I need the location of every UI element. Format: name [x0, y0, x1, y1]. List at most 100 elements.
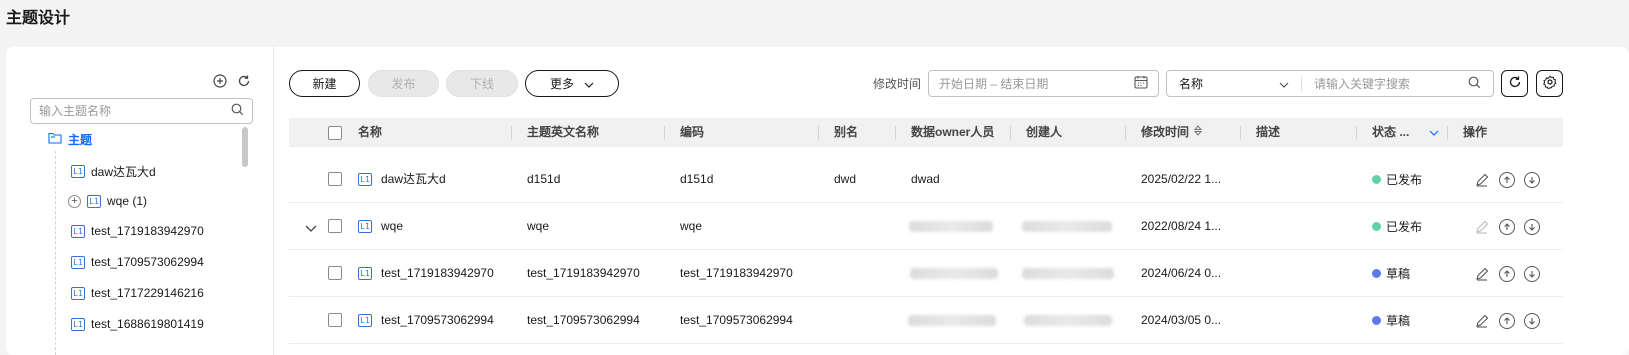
header-name: 名称	[358, 125, 383, 139]
header-modified: 修改时间	[1141, 125, 1190, 139]
header-status-filter[interactable]: 状态 ...	[1372, 118, 1439, 147]
select-all-checkbox[interactable]	[328, 126, 342, 140]
expand-plus-icon[interactable]: +	[68, 194, 81, 208]
offline-down-icon[interactable]	[1524, 171, 1540, 188]
date-range-picker[interactable]: 开始日期 – 结束日期	[928, 70, 1159, 97]
tree-scrollbar[interactable]	[242, 127, 248, 167]
status-text: 草稿	[1386, 267, 1411, 281]
edit-icon[interactable]	[1474, 313, 1490, 329]
cell-en-name: wqe	[527, 219, 550, 233]
search-icon[interactable]	[1468, 76, 1481, 92]
folder-icon	[48, 132, 62, 147]
tree-item[interactable]: L1 test_1719183942970	[71, 220, 204, 242]
status-text: 已发布	[1386, 220, 1423, 234]
row-checkbox[interactable]	[328, 172, 342, 186]
search-icon[interactable]	[231, 103, 244, 119]
header-divider	[664, 126, 665, 140]
publish-up-icon[interactable]	[1499, 265, 1515, 282]
header-alias: 别名	[834, 125, 859, 139]
tree-guide-line	[55, 151, 56, 355]
chevron-down-icon	[584, 77, 594, 91]
offline-down-icon[interactable]	[1524, 265, 1540, 282]
more-button[interactable]: 更多	[525, 70, 619, 97]
refresh-button[interactable]	[1501, 70, 1528, 97]
edit-icon[interactable]	[1474, 266, 1490, 282]
tree-search-box	[30, 98, 253, 124]
redacted-owner	[909, 221, 993, 232]
row-checkbox[interactable]	[328, 266, 342, 280]
cell-code: wqe	[680, 219, 703, 233]
edit-icon[interactable]	[1474, 219, 1490, 235]
sort-icon[interactable]	[1193, 118, 1203, 147]
tree-item-label: wqe (1)	[107, 194, 148, 208]
status-text: 已发布	[1386, 173, 1423, 187]
tree-search-input[interactable]	[39, 104, 231, 118]
table-row[interactable]: L1 daw达瓦大d d151d d151d dwd dwad 2025/02/…	[289, 156, 1563, 203]
cell-name-text: daw达瓦大d	[381, 172, 446, 186]
edit-icon[interactable]	[1474, 172, 1490, 188]
date-range-placeholder: 开始日期 – 结束日期	[939, 77, 1049, 91]
cell-name-text: test_1719183942970	[381, 266, 494, 280]
table-row[interactable]: L1 test_1719183942970 test_1719183942970…	[289, 250, 1563, 297]
table-row[interactable]: L1 wqe wqe wqe 2022/08/24 1... 已发布	[289, 203, 1563, 250]
redacted-creator	[1022, 221, 1112, 232]
cell-name[interactable]: L1 test_1709573062994	[358, 297, 494, 344]
offline-down-icon[interactable]	[1524, 312, 1540, 329]
level-badge-icon: L1	[358, 314, 372, 327]
search-filter: 名称 请输入关键字搜索	[1166, 70, 1494, 97]
filter-field-value: 名称	[1179, 77, 1204, 91]
header-desc: 描述	[1256, 125, 1281, 139]
publish-button[interactable]: 发布	[368, 70, 439, 97]
header-en-name: 主题英文名称	[527, 125, 600, 139]
new-button[interactable]: 新建	[289, 70, 360, 97]
row-actions	[1474, 156, 1540, 203]
tree-item-label: test_1717229146216	[91, 286, 204, 300]
tree-item[interactable]: L1 test_1709573062994	[71, 251, 204, 273]
settings-button[interactable]	[1536, 70, 1563, 97]
cell-name-text: wqe	[381, 219, 404, 233]
status-dot	[1372, 222, 1381, 231]
row-actions	[1474, 297, 1540, 344]
page-title: 主题设计	[6, 10, 71, 27]
status-dot	[1372, 175, 1381, 184]
publish-up-icon[interactable]	[1499, 171, 1515, 188]
offline-button[interactable]: 下线	[446, 70, 518, 97]
header-modified-sortable[interactable]: 修改时间	[1141, 118, 1203, 147]
header-divider	[511, 126, 512, 140]
table-row[interactable]: L1 test_1709573062994 test_1709573062994…	[289, 297, 1563, 344]
cell-name[interactable]: L1 test_1719183942970	[358, 250, 494, 297]
row-checkbox[interactable]	[328, 313, 342, 327]
header-creator: 创建人	[1026, 125, 1063, 139]
filter-field-select[interactable]: 名称	[1167, 76, 1302, 91]
keyword-search-input[interactable]: 请输入关键字搜索	[1302, 75, 1493, 92]
tree-actions	[212, 73, 252, 89]
add-circle-icon[interactable]	[212, 73, 228, 89]
tree-item[interactable]: L1 daw达瓦大d	[71, 160, 156, 182]
level-badge-icon: L1	[358, 220, 372, 233]
publish-up-icon[interactable]	[1499, 312, 1515, 329]
level-badge-icon: L1	[358, 267, 372, 280]
row-actions	[1474, 203, 1540, 250]
offline-down-icon[interactable]	[1524, 218, 1540, 235]
cell-alias: dwd	[834, 172, 857, 186]
cell-modified: 2022/08/24 1...	[1141, 219, 1222, 233]
expand-row-chevron-icon[interactable]	[305, 221, 317, 236]
cell-name[interactable]: L1 daw达瓦大d	[358, 156, 446, 203]
cell-name[interactable]: L1 wqe	[358, 203, 403, 250]
level-badge-icon: L1	[71, 255, 85, 269]
row-checkbox[interactable]	[328, 219, 342, 233]
tree-root-node[interactable]: 主题	[48, 128, 92, 150]
cell-code: test_1719183942970	[680, 266, 793, 280]
level-badge-icon: L1	[87, 194, 101, 208]
tree-item[interactable]: L1 test_1717229146216	[71, 282, 204, 304]
refresh-icon[interactable]	[236, 73, 252, 89]
tree-item-label: daw达瓦大d	[91, 164, 156, 179]
tree-item[interactable]: L1 test_1688619801419	[71, 313, 204, 335]
header-divider	[1010, 126, 1011, 140]
cell-owner: dwad	[911, 172, 940, 186]
header-divider	[1356, 126, 1357, 140]
tree-item[interactable]: + L1 wqe (1)	[68, 190, 147, 212]
publish-up-icon[interactable]	[1499, 218, 1515, 235]
level-badge-icon: L1	[71, 224, 85, 238]
header-divider	[1447, 126, 1448, 140]
